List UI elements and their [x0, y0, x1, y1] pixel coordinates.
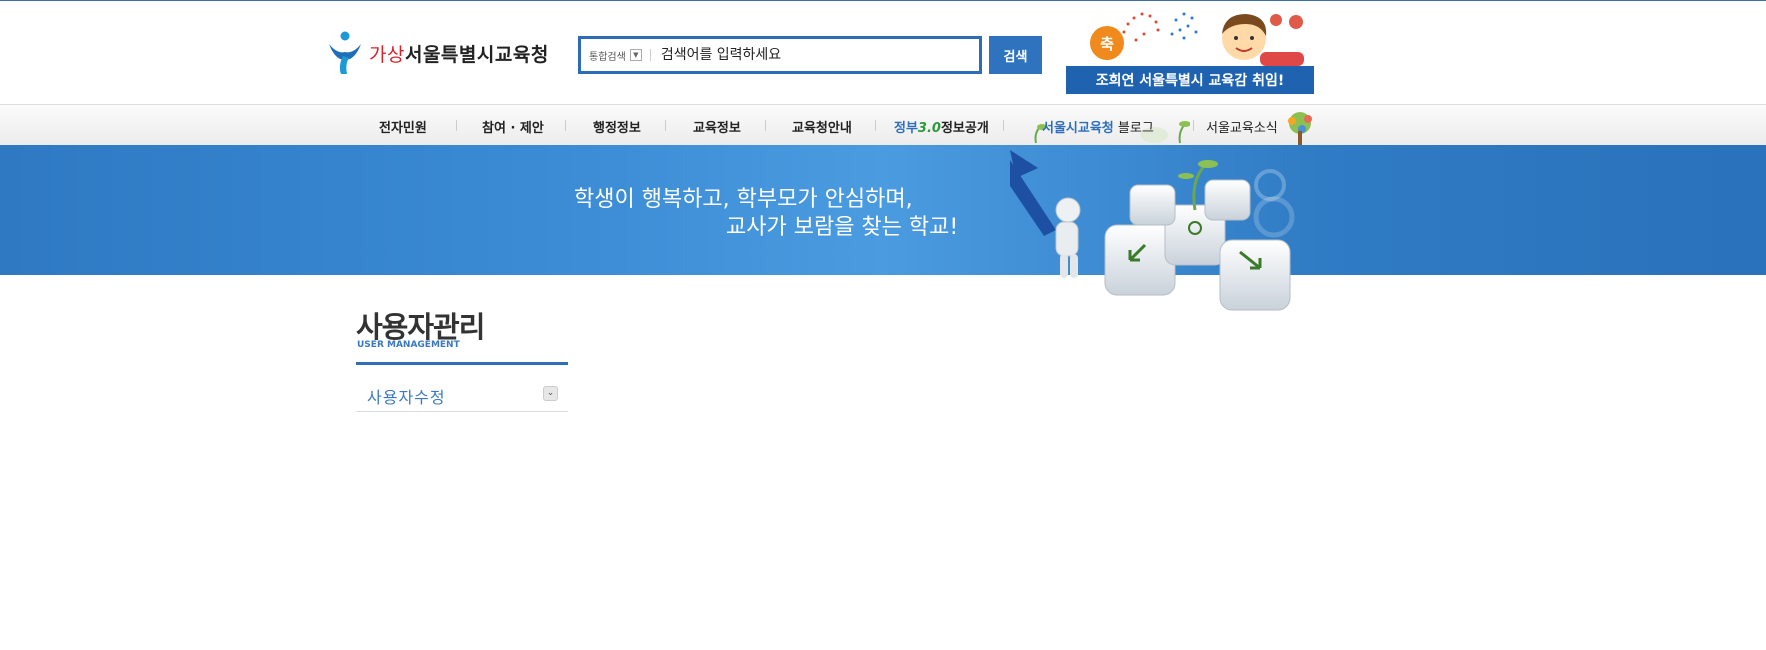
- site-logo[interactable]: 가상서울특별시교육청: [325, 30, 549, 76]
- sidebar-subtitle: USER MANAGEMENT: [357, 340, 460, 350]
- congrats-banner[interactable]: 축 조희연 서울특별시 교육감 취임!: [1064, 8, 1316, 98]
- nav-item-gov-disclosure[interactable]: 정부3.0정보공개: [894, 117, 989, 136]
- nav-divider: [456, 120, 457, 131]
- nav-item-blog[interactable]: 서울시교육청 블로그: [1042, 117, 1154, 136]
- main-navigation: 전자민원 참여 · 제안 행정정보 교육정보 교육청안내 정부3.0정보공개 서…: [0, 104, 1766, 146]
- nav-item-education-info[interactable]: 교육정보: [693, 117, 741, 136]
- search-button[interactable]: 검색: [989, 36, 1042, 74]
- nav-divider: [565, 120, 566, 131]
- nav-divider: [1193, 120, 1194, 131]
- nav-divider: [1003, 120, 1004, 131]
- hero-banner: 학생이 행복하고, 학부모가 안심하며, 교사가 보람을 찾는 학교!: [0, 145, 1766, 275]
- congrats-badge: 축: [1090, 26, 1124, 60]
- search-category-select[interactable]: 통합검색 ▼: [589, 48, 642, 63]
- banner-slogan-line2: 교사가 보람을 찾는 학교!: [726, 215, 959, 240]
- logo-accent-text: 가상: [369, 43, 405, 66]
- sidebar-item-label: 사용자수정: [367, 388, 446, 407]
- blog-suffix: 블로그: [1117, 121, 1154, 136]
- blog-prefix: 서울시교육청: [1042, 121, 1114, 136]
- search-box: 통합검색 ▼: [578, 36, 982, 74]
- nav-item-civil-petition[interactable]: 전자민원: [379, 117, 427, 136]
- search-category-label: 통합검색: [589, 51, 626, 63]
- tree-icon: [1288, 112, 1312, 145]
- nav-divider: [765, 120, 766, 131]
- top-border-line: [0, 0, 1766, 1]
- sidebar-item-edit-user[interactable]: 사용자수정 ⌄: [356, 376, 568, 412]
- nav-divider: [875, 120, 876, 131]
- gov-version: 3.0: [917, 121, 941, 136]
- nav-item-office-guide[interactable]: 교육청안내: [792, 117, 852, 136]
- sidebar-title-underline: [356, 362, 568, 365]
- gov-prefix: 정부: [894, 121, 918, 136]
- nav-item-participation[interactable]: 참여 · 제안: [482, 117, 544, 136]
- logo-main-text: 서울특별시교육청: [404, 43, 549, 66]
- congrats-ribbon-text: 조희연 서울특별시 교육감 취임!: [1066, 66, 1314, 94]
- chevron-down-icon[interactable]: ⌄: [543, 386, 558, 401]
- chevron-down-icon: ▼: [629, 49, 642, 61]
- nav-item-seoul-news[interactable]: 서울교육소식: [1206, 117, 1278, 136]
- nav-divider: [665, 120, 666, 131]
- nav-item-admin-info[interactable]: 행정정보: [593, 117, 641, 136]
- gov-suffix: 정보공개: [940, 121, 989, 136]
- site-name: 가상서울특별시교육청: [369, 40, 549, 67]
- search-input[interactable]: [658, 46, 963, 64]
- logo-emblem-icon: [325, 30, 365, 76]
- search-divider: [649, 49, 651, 61]
- keyboard-keys-illustration: [1010, 150, 1291, 311]
